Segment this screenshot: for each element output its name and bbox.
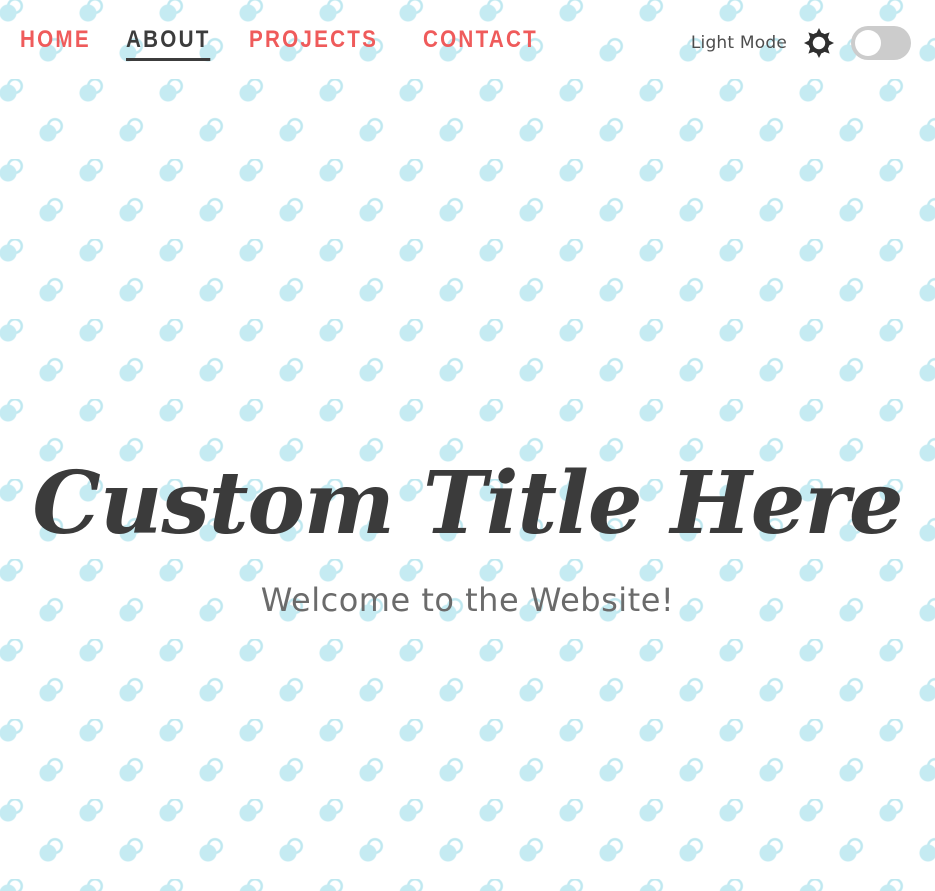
sun-icon xyxy=(801,25,837,61)
theme-switcher: Light Mode xyxy=(691,24,911,62)
nav-link-home[interactable]: HOME xyxy=(20,24,91,58)
nav-link-contact[interactable]: CONTACT xyxy=(423,24,538,58)
theme-toggle[interactable] xyxy=(851,26,911,60)
page-title: Custom Title Here xyxy=(32,452,903,554)
nav-link-about[interactable]: ABOUT xyxy=(126,24,211,61)
theme-mode-label: Light Mode xyxy=(690,33,787,53)
page-subtitle: Welcome to the Website! xyxy=(260,581,675,619)
main-nav: HOME ABOUT PROJECTS CONTACT xyxy=(20,24,547,61)
nav-link-projects[interactable]: PROJECTS xyxy=(249,24,378,58)
theme-toggle-knob xyxy=(855,30,881,56)
